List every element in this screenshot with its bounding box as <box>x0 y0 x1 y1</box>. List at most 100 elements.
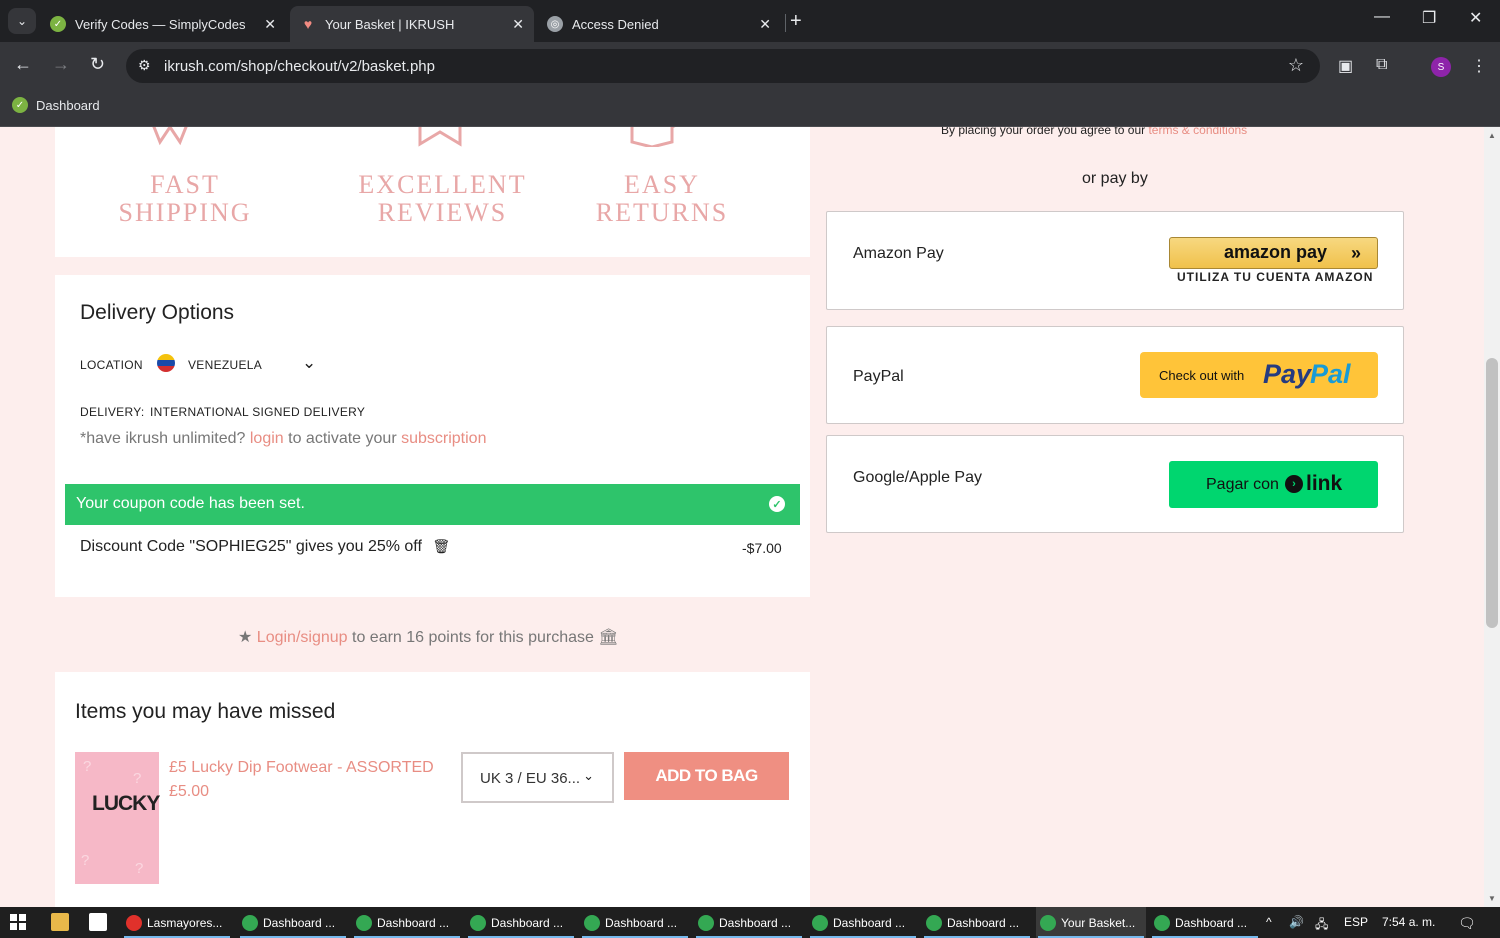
tab-simplycodes[interactable]: ✓ Verify Codes — SimplyCodes ✕ <box>40 6 286 42</box>
new-tab-button[interactable]: + <box>790 10 802 33</box>
restore-button[interactable]: ❐ <box>1422 8 1436 28</box>
returns-box-icon <box>630 127 676 147</box>
location-select[interactable]: VENEZUELA ⌄ <box>156 353 326 377</box>
or-pay-by-text: or pay by <box>1082 170 1148 187</box>
clock[interactable]: 7:54 a. m. <box>1382 915 1435 929</box>
reload-button[interactable]: ↻ <box>90 54 105 75</box>
size-select[interactable]: UK 3 / EU 36... ⌄ <box>461 752 614 803</box>
chevron-down-icon: ⌄ <box>583 768 594 783</box>
taskbar-item-label: Dashboard ... <box>719 915 792 930</box>
tab-separator <box>785 14 786 32</box>
login-signup-link[interactable]: Login/signup <box>257 629 348 646</box>
taskbar-item-label: Dashboard ... <box>377 915 450 930</box>
missed-items-heading: Items you may have missed <box>75 700 336 723</box>
taskbar-item[interactable]: Dashboard ... <box>694 907 804 938</box>
close-tab-icon[interactable]: ✕ <box>512 16 524 33</box>
browser-toolbar: ← → ↻ ⚙ ikrush.com/shop/checkout/v2/bask… <box>0 42 1500 90</box>
minimize-button[interactable]: — <box>1374 8 1390 26</box>
google-apple-pay-box: Google/Apple Pay Pagar con › link <box>826 435 1404 533</box>
scroll-up-icon[interactable]: ▲ <box>1488 131 1496 140</box>
taskbar-item-label: Dashboard ... <box>263 915 336 930</box>
double-chevron-icon: » <box>1350 243 1361 263</box>
link-arrow-icon: › <box>1285 475 1303 493</box>
bank-icon: 🏛 <box>598 629 619 646</box>
taskbar-item-label: Dashboard ... <box>491 915 564 930</box>
bookmarks-bar: ✓ Dashboard <box>0 90 1500 127</box>
product-image[interactable]: ?? ?? LUCKY <box>75 752 160 884</box>
windows-start-icon[interactable] <box>10 914 26 930</box>
amazon-pay-button[interactable]: amazon pay » <box>1169 237 1378 269</box>
volume-icon[interactable]: 🔊 <box>1289 915 1304 929</box>
taskbar-item-label: Your Basket... <box>1061 915 1136 930</box>
tab-access-denied[interactable]: ◎ Access Denied ✕ <box>537 6 781 42</box>
taskbar-item[interactable]: Dashboard ... <box>808 907 918 938</box>
tab-strip: ⌄ ✓ Verify Codes — SimplyCodes ✕ ♥ Your … <box>0 0 1500 42</box>
page-scrollbar[interactable]: ▲ ▼ <box>1484 127 1500 907</box>
close-window-button[interactable]: ✕ <box>1469 8 1482 28</box>
extension-icon[interactable]: ▣ <box>1338 56 1353 76</box>
notifications-icon[interactable]: 🗨 <box>1458 915 1476 932</box>
paypal-checkout-button[interactable]: Check out with Pay Pal <box>1140 352 1378 398</box>
taskbar-item[interactable]: Dashboard ... <box>352 907 462 938</box>
chrome-icon <box>812 914 828 931</box>
taskbar-item[interactable]: Dashboard ... <box>580 907 690 938</box>
close-tab-icon[interactable]: ✕ <box>759 16 771 33</box>
file-explorer-icon[interactable] <box>51 913 69 931</box>
chrome-icon <box>1154 914 1170 931</box>
coupon-success-bar: Your coupon code has been set. ✓ <box>65 484 800 525</box>
tray-chevron-icon[interactable]: ^ <box>1266 915 1272 929</box>
feature-excellent-reviews: EXCELLENT REVIEWS <box>358 170 527 227</box>
taskbar-item-label: Dashboard ... <box>947 915 1020 930</box>
chrome-icon <box>584 914 600 931</box>
extensions-puzzle-icon[interactable]: ⧉ <box>1376 56 1387 74</box>
subscription-link[interactable]: subscription <box>401 430 486 447</box>
taskbar-item[interactable]: Dashboard ... <box>1150 907 1260 938</box>
site-info-icon[interactable]: ⚙ <box>138 57 151 74</box>
chrome-icon <box>356 914 372 931</box>
taskbar-item[interactable]: Dashboard ... <box>922 907 1032 938</box>
trash-icon[interactable]: 🗑 <box>432 538 450 554</box>
taskbar-item[interactable]: Your Basket... <box>1036 907 1146 938</box>
terms-link[interactable]: terms & conditions <box>1148 127 1247 137</box>
language-indicator[interactable]: ESP <box>1344 915 1368 929</box>
chevron-down-icon: ⌄ <box>302 353 317 372</box>
close-tab-icon[interactable]: ✕ <box>264 16 276 33</box>
back-button[interactable]: ← <box>14 54 32 75</box>
reviews-star-icon <box>418 127 462 147</box>
bookmark-star-icon[interactable]: ☆ <box>1288 55 1304 76</box>
bookmark-dashboard[interactable]: ✓ Dashboard <box>12 97 100 113</box>
windows-taskbar: Lasmayores... Dashboard ... Dashboard ... D… <box>0 907 1500 938</box>
taskbar-item-label: Dashboard ... <box>833 915 906 930</box>
network-icon[interactable]: 🖧 <box>1315 915 1328 936</box>
profile-avatar[interactable]: S <box>1431 57 1451 77</box>
paypal-box: PayPal Check out with Pay Pal <box>826 326 1404 424</box>
product-name-link[interactable]: £5 Lucky Dip Footwear - ASSORTED <box>169 759 434 777</box>
store-icon[interactable] <box>89 913 107 931</box>
tab-your-basket[interactable]: ♥ Your Basket | IKRUSH ✕ <box>290 6 534 42</box>
check-circle-icon: ✓ <box>769 496 785 512</box>
location-label: LOCATION <box>80 358 143 372</box>
taskbar-item[interactable]: Dashboard ... <box>466 907 576 938</box>
product-price: £5.00 <box>169 783 210 800</box>
star-shipping-icon <box>152 127 188 146</box>
taskbar-item[interactable]: Lasmayores... <box>122 907 232 938</box>
taskbar-item[interactable]: Dashboard ... <box>238 907 348 938</box>
discount-amount: -$7.00 <box>742 540 782 556</box>
delivery-label: DELIVERY: <box>80 405 145 419</box>
star-icon: ★ <box>238 629 253 646</box>
scrollbar-thumb[interactable] <box>1486 358 1498 628</box>
address-bar[interactable]: ⚙ ikrush.com/shop/checkout/v2/basket.php… <box>126 49 1320 83</box>
opera-icon <box>126 914 142 931</box>
chrome-icon <box>698 914 714 931</box>
login-link[interactable]: login <box>250 430 284 447</box>
scroll-down-icon[interactable]: ▼ <box>1488 894 1496 903</box>
feature-easy-returns: EASY RETURNS <box>595 170 729 227</box>
forward-button[interactable]: → <box>52 54 70 75</box>
tab-search-button[interactable]: ⌄ <box>8 8 36 34</box>
menu-kebab-icon[interactable]: ⋮ <box>1471 56 1487 76</box>
venezuela-flag-icon <box>157 354 175 372</box>
feature-fast-shipping: FAST SHIPPING <box>118 170 252 227</box>
pay-with-link-button[interactable]: Pagar con › link <box>1169 461 1378 508</box>
add-to-bag-button[interactable]: ADD TO BAG <box>624 752 789 800</box>
chrome-icon <box>926 914 942 931</box>
